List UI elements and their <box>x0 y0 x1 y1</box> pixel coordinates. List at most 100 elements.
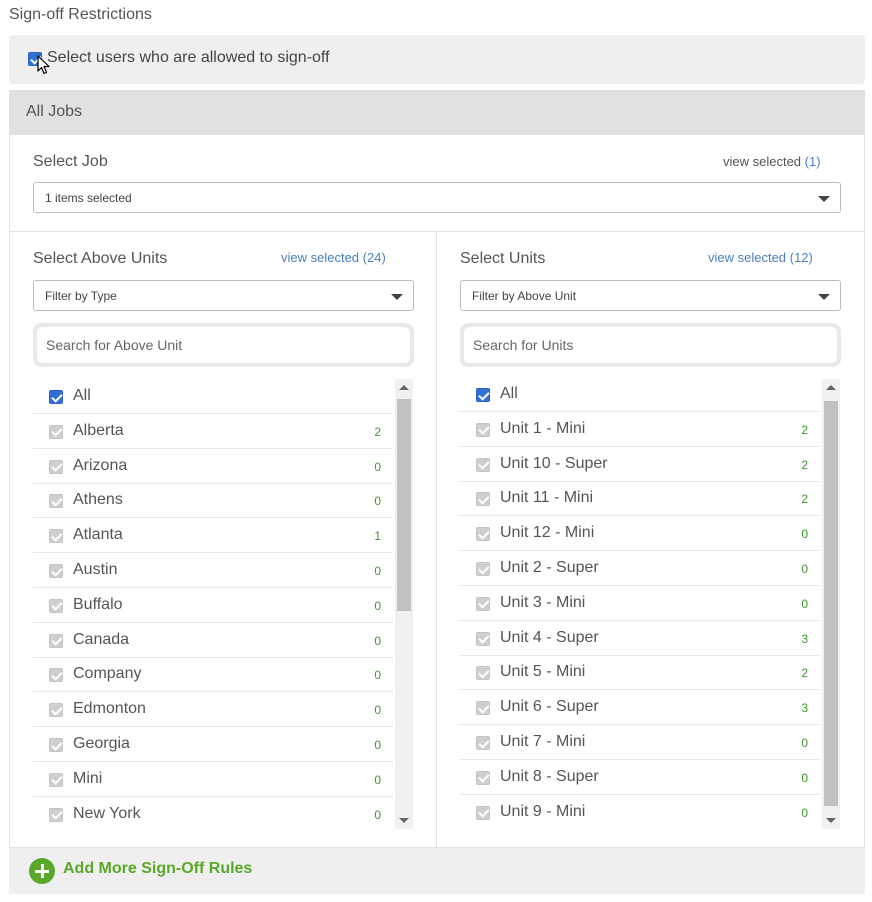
checkbox-icon[interactable] <box>49 494 63 509</box>
job-view-selected-text: view selected <box>723 154 802 169</box>
scroll-down-icon[interactable] <box>826 818 836 823</box>
scroll-thumb[interactable] <box>824 401 838 806</box>
list-item-count: 0 <box>801 596 808 611</box>
checkbox-icon[interactable] <box>476 631 490 646</box>
chevron-down-icon <box>818 294 830 300</box>
divider <box>9 231 865 232</box>
scroll-up-icon[interactable] <box>399 385 409 390</box>
list-item[interactable]: Unit 1 - Mini 2 <box>460 412 820 447</box>
list-item-all[interactable]: All <box>33 379 393 414</box>
list-item-count: 2 <box>801 492 808 507</box>
cursor-icon <box>37 55 50 75</box>
list-item[interactable]: Edmonton 0 <box>33 692 393 728</box>
list-item-count: 0 <box>374 564 381 578</box>
checkbox-icon[interactable] <box>476 770 490 785</box>
select-job-label: Select Job <box>33 153 108 170</box>
jobs-header-title: All Jobs <box>26 103 83 120</box>
checkbox-icon[interactable] <box>476 805 490 820</box>
list-item-all[interactable]: All <box>460 377 820 412</box>
above-units-filter-dropdown[interactable]: Filter by Type <box>33 280 414 311</box>
list-item[interactable]: Unit 5 - Mini 2 <box>460 655 820 691</box>
list-item[interactable]: Georgia 0 <box>33 727 393 762</box>
checkbox-icon[interactable] <box>476 562 490 576</box>
checkbox-icon[interactable] <box>49 807 63 822</box>
checkbox-icon[interactable] <box>476 388 490 402</box>
above-units-filter-value: Filter by Type <box>45 289 117 303</box>
checkbox-icon[interactable] <box>49 738 63 752</box>
list-item[interactable]: Unit 7 - Mini 0 <box>460 725 820 760</box>
checkbox-icon[interactable] <box>49 772 63 787</box>
checkbox-icon[interactable] <box>49 633 63 648</box>
checkbox-icon[interactable] <box>49 668 63 683</box>
list-item-count: 2 <box>801 422 808 437</box>
scroll-thumb[interactable] <box>397 399 411 611</box>
scroll-up-icon[interactable] <box>826 385 836 390</box>
list-item[interactable]: Unit 2 - Super 0 <box>460 551 820 586</box>
above-units-search-wrap <box>33 323 414 367</box>
list-item[interactable]: Unit 3 - Mini 0 <box>460 586 820 621</box>
chevron-down-icon <box>818 196 830 202</box>
list-item[interactable]: Unit 10 - Super 2 <box>460 447 820 482</box>
list-item-count: 2 <box>801 666 808 681</box>
list-item[interactable]: Unit 8 - Super 0 <box>460 760 820 795</box>
list-item[interactable]: Unit 6 - Super 3 <box>460 690 820 726</box>
checkbox-icon[interactable] <box>49 424 63 439</box>
list-item[interactable]: Canada 0 <box>33 623 393 658</box>
above-units-scrollbar[interactable] <box>395 379 413 829</box>
list-item[interactable]: Mini 0 <box>33 762 393 797</box>
list-item[interactable]: Athens 0 <box>33 483 393 519</box>
add-rules-bar[interactable]: Add More Sign-Off Rules <box>9 848 865 894</box>
divider <box>436 232 437 848</box>
checkbox-icon[interactable] <box>476 527 490 542</box>
signoff-bar: Select users who are allowed to sign-off <box>9 35 865 84</box>
above-units-view-selected-link[interactable]: view selected (24) <box>281 250 386 265</box>
list-item-label: Unit 10 - Super <box>500 454 608 472</box>
list-item[interactable]: Arizona 0 <box>33 449 393 484</box>
job-view-selected-link[interactable]: view selected (1) <box>723 154 821 169</box>
list-item[interactable]: Alberta 2 <box>33 414 393 449</box>
list-item[interactable]: Buffalo 0 <box>33 588 393 623</box>
units-scrollbar[interactable] <box>822 379 840 829</box>
checkbox-icon[interactable] <box>476 492 490 507</box>
list-item-count: 0 <box>801 736 808 750</box>
checkbox-icon[interactable] <box>49 703 63 718</box>
units-view-selected-link[interactable]: view selected (12) <box>708 250 813 265</box>
list-item-count: 2 <box>374 424 381 439</box>
checkbox-icon[interactable] <box>476 596 490 611</box>
list-item-count: 0 <box>374 633 381 648</box>
above-units-search-input[interactable] <box>37 327 410 363</box>
units-search-input[interactable] <box>464 327 837 363</box>
checkbox-icon[interactable] <box>476 701 490 716</box>
checkbox-icon[interactable] <box>476 666 490 681</box>
plus-circle-icon[interactable] <box>29 858 55 884</box>
checkbox-icon[interactable] <box>49 459 63 474</box>
list-item[interactable]: New York 0 <box>33 797 393 829</box>
checkbox-icon[interactable] <box>476 422 490 437</box>
list-item[interactable]: Unit 4 - Super 3 <box>460 621 820 656</box>
list-item[interactable]: Atlanta 1 <box>33 518 393 554</box>
list-item[interactable]: Unit 12 - Mini 0 <box>460 516 820 552</box>
job-dropdown[interactable]: 1 items selected <box>33 182 841 213</box>
list-item[interactable]: Company 0 <box>33 657 393 693</box>
list-item-label: Unit 8 - Super <box>500 767 599 785</box>
scroll-down-icon[interactable] <box>399 818 409 823</box>
list-item-count: 0 <box>374 772 381 787</box>
checkbox-icon[interactable] <box>49 598 63 613</box>
checkbox-icon[interactable] <box>476 457 490 472</box>
add-rules-label[interactable]: Add More Sign-Off Rules <box>63 860 252 878</box>
list-item[interactable]: Austin 0 <box>33 553 393 588</box>
checkbox-icon[interactable] <box>49 564 63 578</box>
list-item-label: Atlanta <box>73 526 123 544</box>
list-item-label: Austin <box>73 561 118 578</box>
units-filter-value: Filter by Above Unit <box>472 289 577 303</box>
list-item-count: 0 <box>374 738 381 752</box>
list-item[interactable]: Unit 9 - Mini 0 <box>460 795 820 829</box>
checkbox-icon[interactable] <box>49 390 63 404</box>
list-item-count: 0 <box>801 805 808 820</box>
list-item[interactable]: Unit 11 - Mini 2 <box>460 481 820 517</box>
checkbox-icon[interactable] <box>476 736 490 750</box>
list-item-label: Unit 11 - Mini <box>500 489 594 507</box>
units-filter-dropdown[interactable]: Filter by Above Unit <box>460 280 841 311</box>
checkbox-icon[interactable] <box>49 529 63 544</box>
units-list: All Unit 1 - Mini 2 Unit 10 - Super 2 Unit 11… <box>460 377 820 829</box>
